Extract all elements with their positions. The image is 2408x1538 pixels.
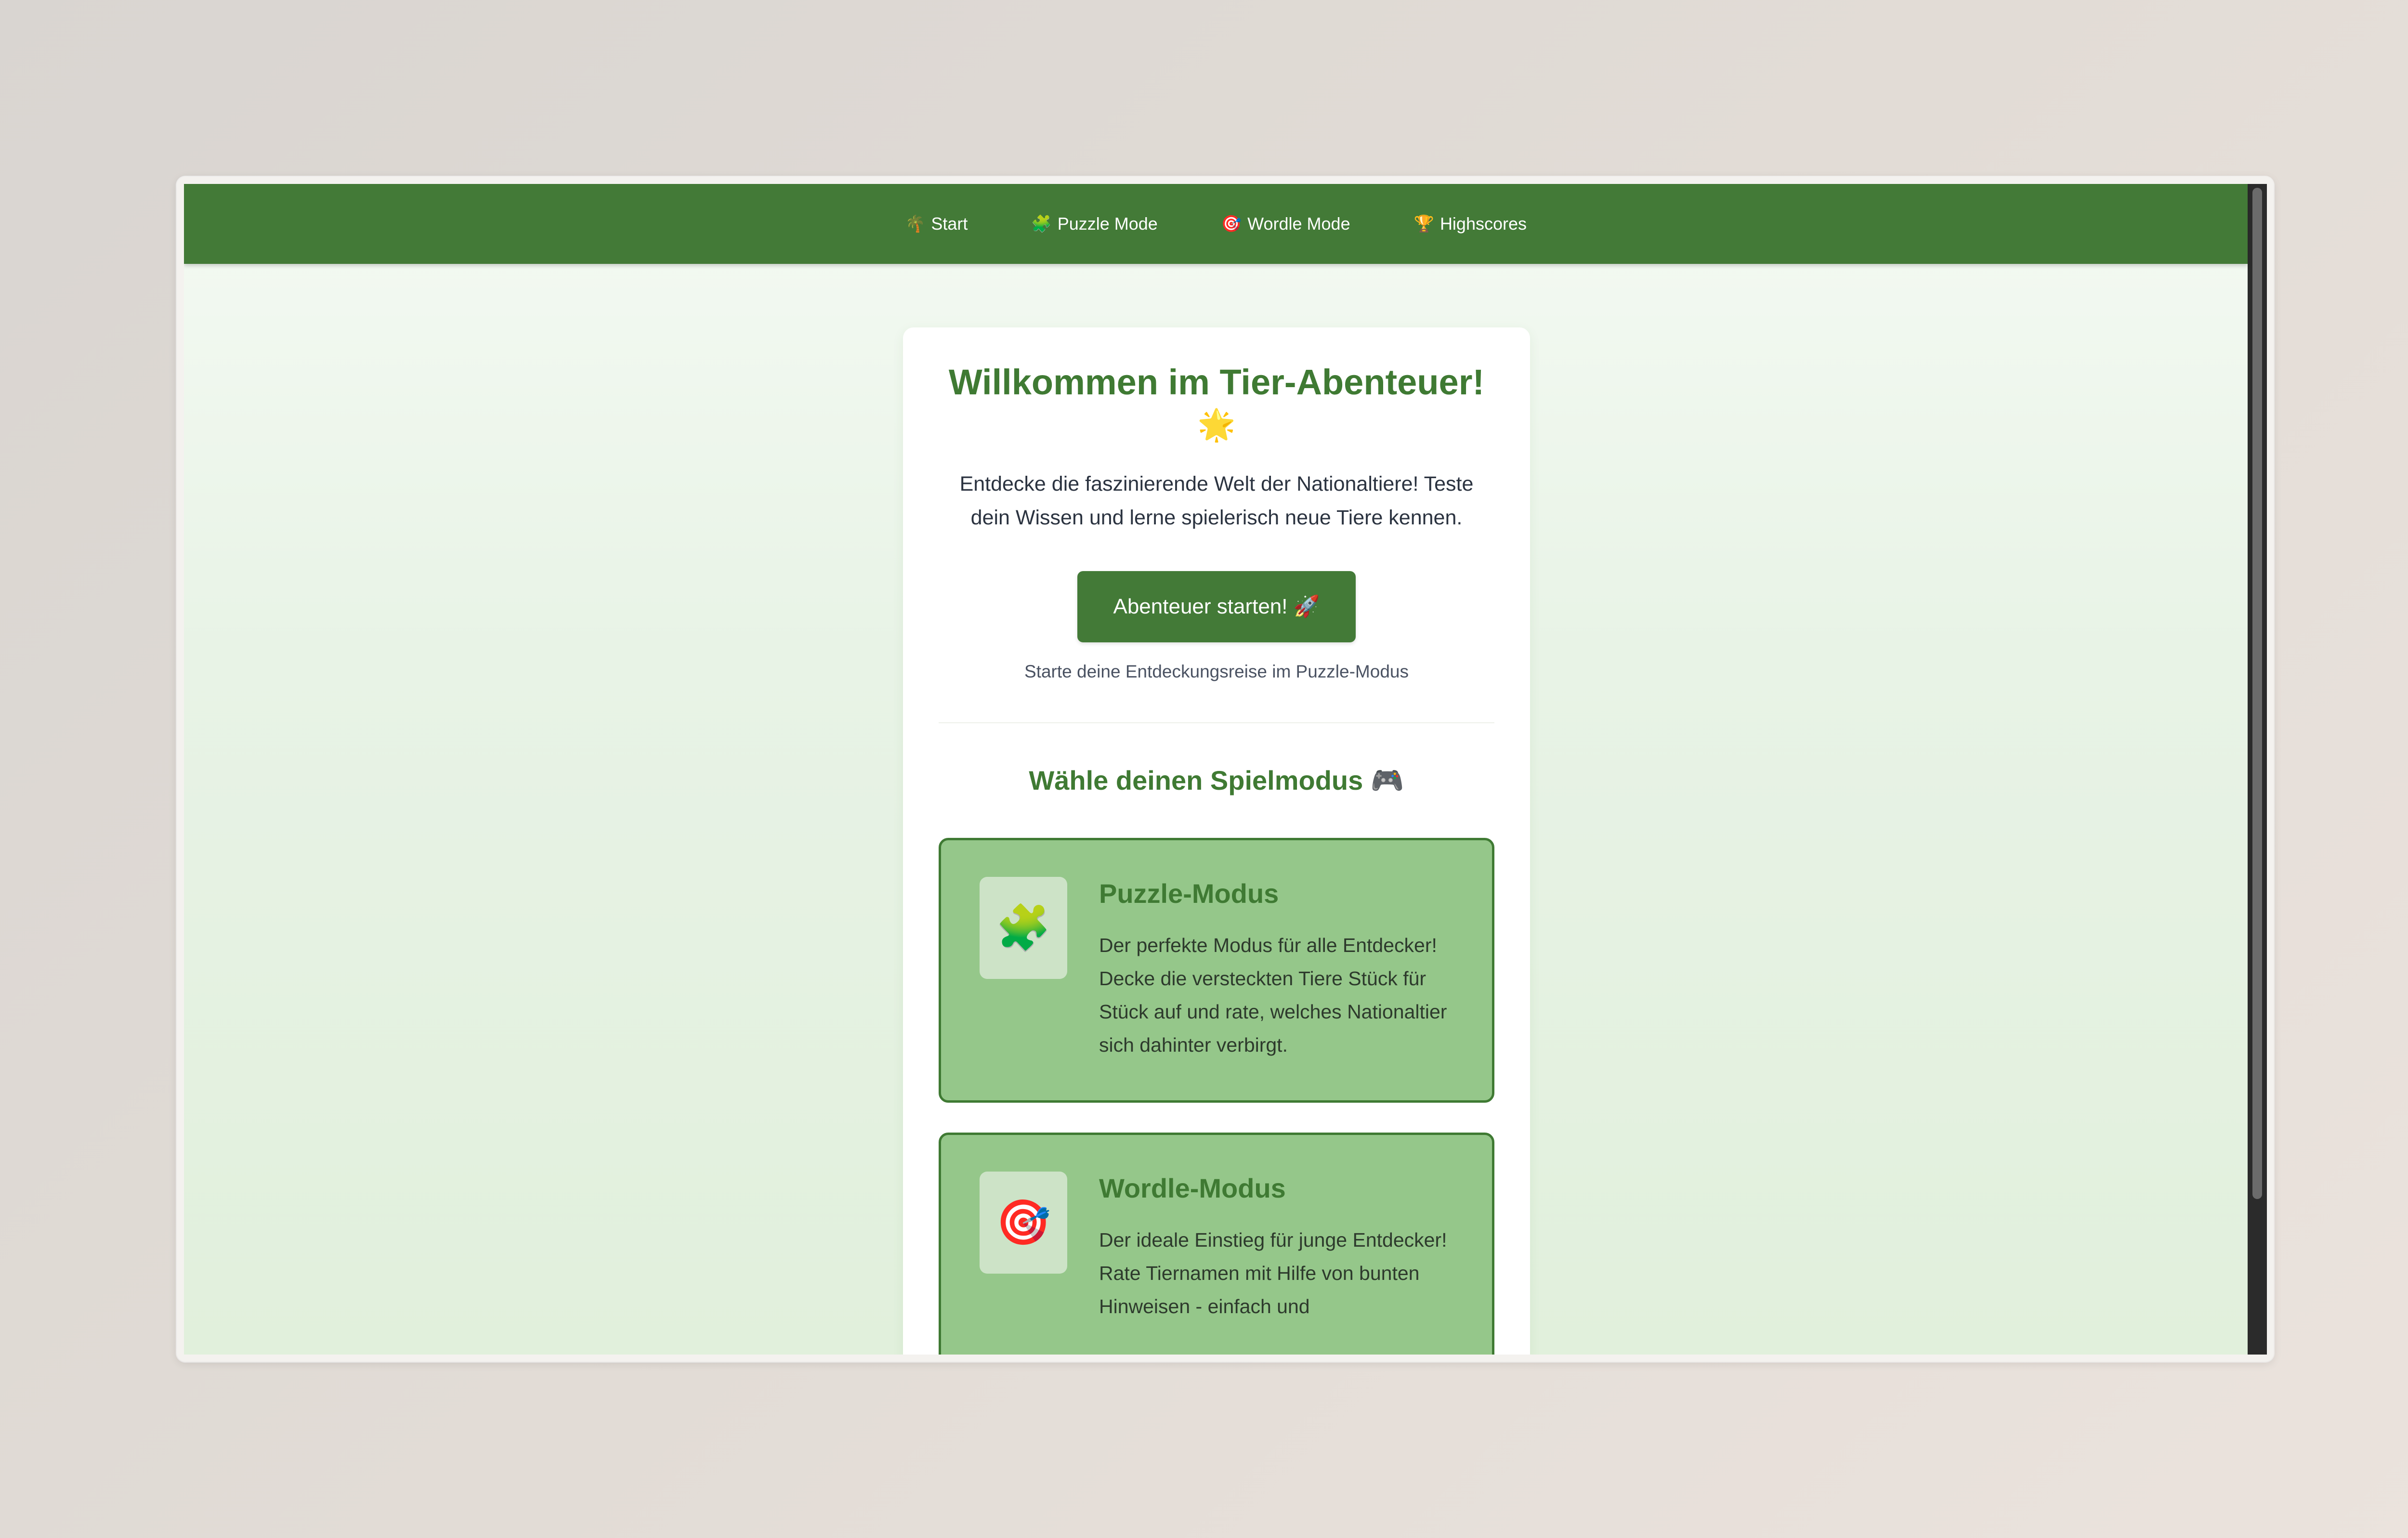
mode-card-wordle[interactable]: 🎯 Wordle-Modus Der ideale Einstieg für j… <box>939 1133 1494 1355</box>
nav-item-wordle-mode[interactable]: 🎯 Wordle Mode <box>1205 206 1367 242</box>
start-hint-text: Starte deine Entdeckungsreise im Puzzle-… <box>1024 662 1409 681</box>
target-icon: 🎯 <box>1221 215 1242 233</box>
glowing-star-icon: 🌟 <box>1197 407 1236 442</box>
top-navigation: 🌴 Start 🧩 Puzzle Mode 🎯 Wordle Mode 🏆 Hi… <box>184 184 2248 264</box>
trophy-icon: 🏆 <box>1413 215 1434 233</box>
welcome-card: Willkommen im Tier-Abenteuer! 🌟 Entdecke… <box>903 327 1530 1355</box>
nav-item-label: Puzzle Mode <box>1057 214 1158 234</box>
scrollbar-thumb[interactable] <box>2252 188 2262 1199</box>
page-viewport: 🌴 Start 🧩 Puzzle Mode 🎯 Wordle Mode 🏆 Hi… <box>184 184 2267 1355</box>
puzzle-piece-icon: 🧩 <box>980 877 1067 979</box>
browser-window: 🌴 Start 🧩 Puzzle Mode 🎯 Wordle Mode 🏆 Hi… <box>177 177 2274 1362</box>
nav-item-label: Highscores <box>1440 214 1527 234</box>
mode-title: Puzzle-Modus <box>1099 878 1279 909</box>
nav-item-start[interactable]: 🌴 Start <box>889 206 984 242</box>
intro-text: Entdecke die faszinierende Welt der Nati… <box>959 472 1474 529</box>
target-icon: 🎯 <box>980 1172 1067 1274</box>
mode-card-puzzle[interactable]: 🧩 Puzzle-Modus Der perfekte Modus für al… <box>939 838 1494 1103</box>
nav-item-label: Wordle Mode <box>1247 214 1350 234</box>
mode-description: Der perfekte Modus für alle Entdecker! D… <box>1099 934 1447 1056</box>
palm-tree-icon: 🌴 <box>904 215 926 233</box>
mode-description: Der ideale Einstieg für junge Entdecker!… <box>1099 1229 1447 1317</box>
mode-title: Wordle-Modus <box>1099 1173 1286 1203</box>
nav-item-highscores[interactable]: 🏆 Highscores <box>1398 206 1543 242</box>
vertical-scrollbar[interactable] <box>2248 184 2267 1355</box>
page-title: Willkommen im Tier-Abenteuer! 🌟 <box>939 361 1494 446</box>
puzzle-piece-icon: 🧩 <box>1031 215 1052 233</box>
nav-item-label: Start <box>931 214 968 234</box>
mode-section-title: Wähle deinen Spielmodus 🎮 <box>1029 765 1404 795</box>
nav-item-puzzle-mode[interactable]: 🧩 Puzzle Mode <box>1015 206 1174 242</box>
section-divider <box>939 722 1494 723</box>
start-adventure-button[interactable]: Abenteuer starten! 🚀 <box>1077 571 1356 642</box>
page-title-text: Willkommen im Tier-Abenteuer! <box>948 362 1485 402</box>
